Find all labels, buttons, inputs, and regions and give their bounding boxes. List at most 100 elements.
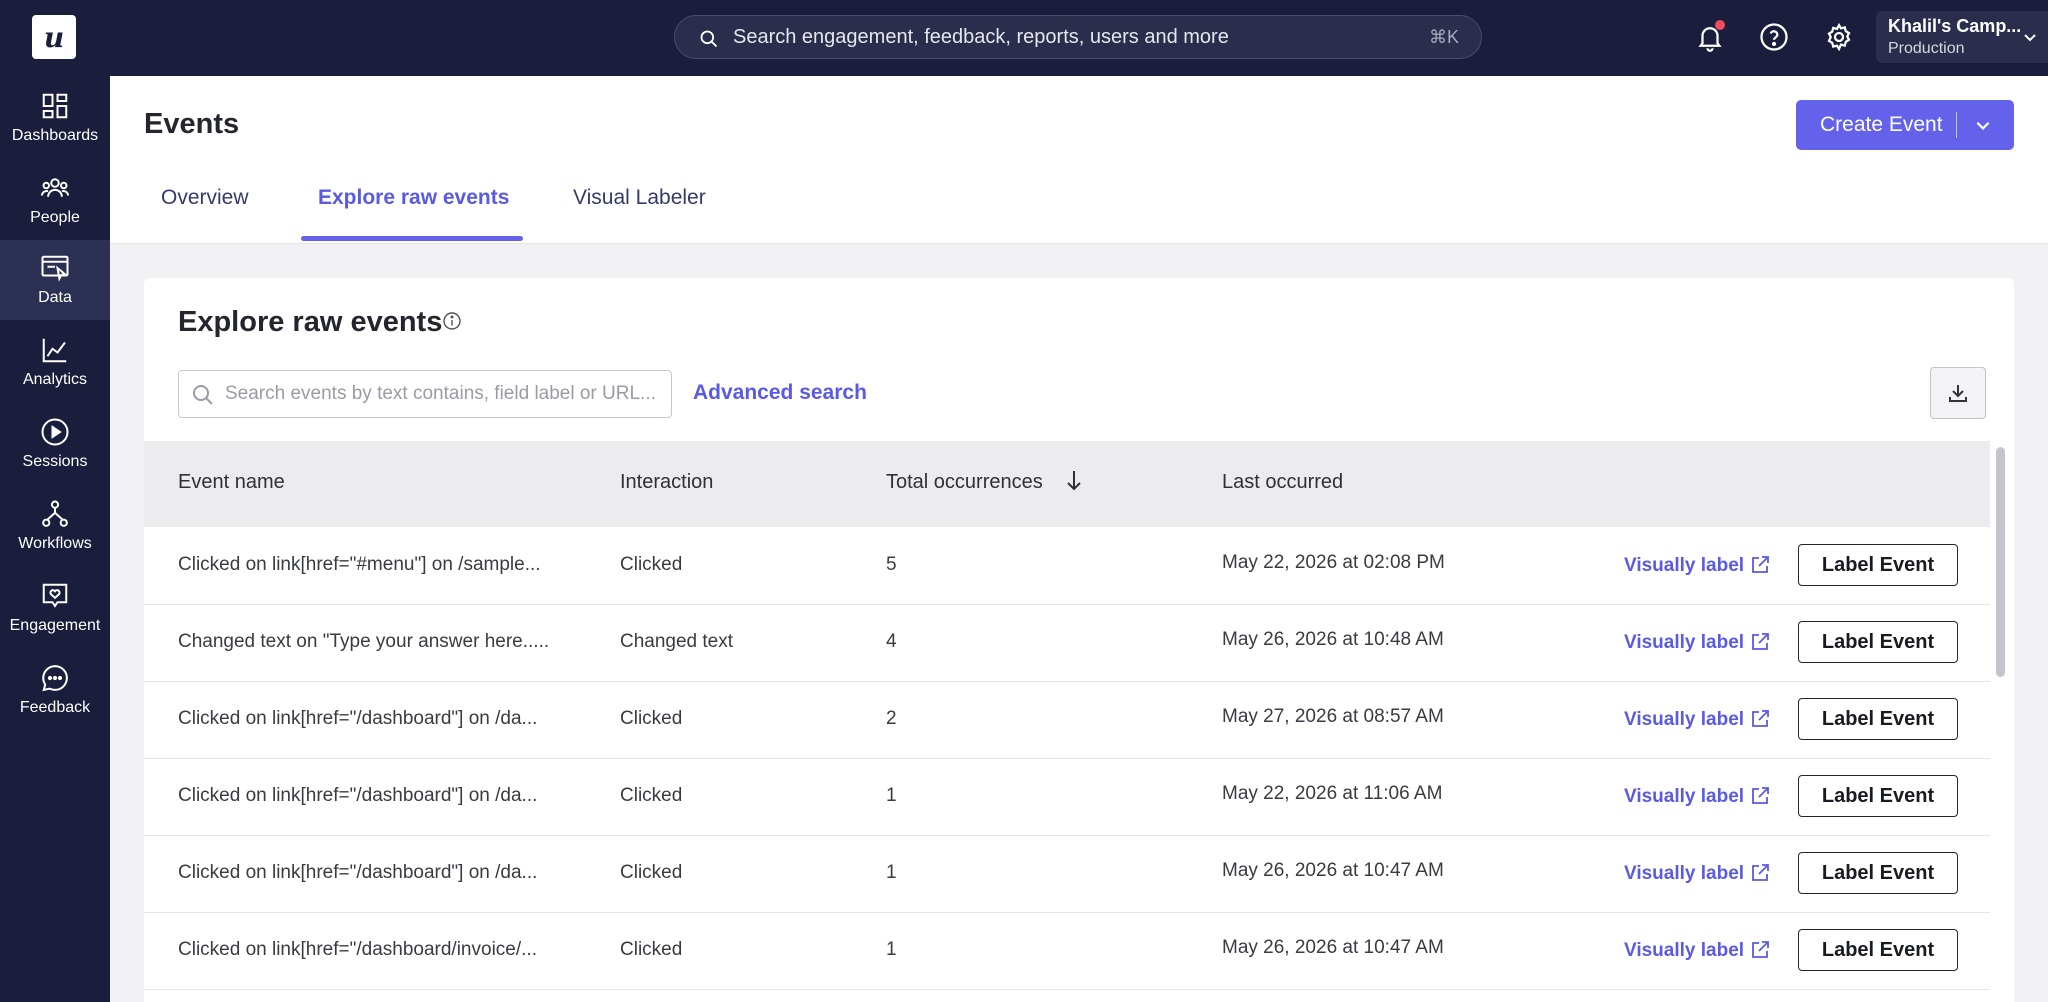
table-header: Event name Interaction Total occurrences…: [144, 441, 1990, 527]
external-link-icon[interactable]: [1750, 940, 1770, 960]
occurrences-cell: 1: [886, 785, 897, 806]
interaction-cell: Changed text: [620, 631, 734, 652]
chat-icon: [42, 665, 68, 692]
interaction-cell: Clicked: [620, 862, 683, 883]
page-header: Events Create Event Overview Explore raw…: [110, 76, 2048, 244]
download-button[interactable]: [1930, 367, 1986, 419]
interaction-cell: Clicked: [620, 939, 683, 960]
external-link-icon[interactable]: [1750, 786, 1770, 806]
event-name-cell: Clicked on link[href="/dashboard"] on /d…: [178, 708, 538, 729]
last-occurred-cell: May 27, 2026 at 08:57 AM: [1222, 706, 1444, 727]
external-link-icon[interactable]: [1750, 863, 1770, 883]
chevron-down-icon[interactable]: [1974, 116, 1992, 134]
event-search-field[interactable]: [178, 370, 672, 418]
sidebar-item-people[interactable]: People: [0, 160, 110, 240]
app-logo[interactable]: u: [32, 15, 76, 59]
sidebar-item-label: People: [30, 209, 80, 226]
sort-descending-icon[interactable]: [1064, 468, 1084, 494]
column-header-interaction[interactable]: Interaction: [620, 471, 713, 494]
sidebar-item-label: Dashboards: [11, 127, 99, 144]
workflow-icon: [42, 500, 68, 527]
last-occurred-cell: May 26, 2026 at 10:47 AM: [1222, 860, 1444, 881]
sidebar-item-label: Data: [38, 289, 72, 306]
sidebar-item-feedback[interactable]: Feedback: [0, 650, 110, 730]
table-row[interactable]: Changed text on "Type your answer here..…: [144, 605, 1990, 682]
tab-visual-labeler[interactable]: Visual Labeler: [573, 186, 706, 210]
sidebar-item-label: Analytics: [22, 371, 88, 388]
sidebar-item-label: Sessions: [22, 453, 88, 470]
label-event-button[interactable]: Label Event: [1798, 775, 1958, 817]
card-title: Explore raw events: [178, 306, 443, 338]
event-name-cell: Clicked on link[href="/dashboard/invoice…: [178, 939, 537, 960]
column-header-event-name[interactable]: Event name: [178, 471, 285, 494]
label-event-button[interactable]: Label Event: [1798, 621, 1958, 663]
dashboard-icon: [42, 93, 68, 119]
page-title: Events: [144, 108, 240, 140]
visually-label-link[interactable]: Visually label: [1624, 786, 1744, 808]
sidebar-item-label: Feedback: [19, 699, 91, 716]
sidebar-item-analytics[interactable]: Analytics: [0, 322, 110, 402]
play-icon: [41, 418, 69, 446]
last-occurred-cell: May 26, 2026 at 10:47 AM: [1222, 937, 1444, 958]
visually-label-link[interactable]: Visually label: [1624, 632, 1744, 654]
table-scrollbar[interactable]: [1994, 445, 2008, 1002]
tab-explore-raw-events[interactable]: Explore raw events: [318, 186, 509, 210]
event-search-input[interactable]: [225, 371, 665, 417]
label-event-button[interactable]: Label Event: [1798, 929, 1958, 971]
visually-label-link[interactable]: Visually label: [1624, 863, 1744, 885]
occurrences-cell: 4: [886, 631, 897, 652]
table-row[interactable]: Clicked on link[href="/dashboard"] on /d…: [144, 682, 1990, 759]
download-icon: [1949, 385, 1967, 402]
label-event-button[interactable]: Label Event: [1798, 852, 1958, 894]
advanced-search-link[interactable]: Advanced search: [693, 381, 867, 405]
tab-overview[interactable]: Overview: [161, 186, 249, 210]
analytics-icon: [42, 338, 67, 363]
visually-label-link[interactable]: Visually label: [1624, 555, 1744, 577]
notifications-button[interactable]: [1693, 20, 1727, 54]
external-link-icon[interactable]: [1750, 709, 1770, 729]
visually-label-link[interactable]: Visually label: [1624, 940, 1744, 962]
column-header-total-occurrences[interactable]: Total occurrences: [886, 471, 1043, 494]
occurrences-cell: 1: [886, 862, 897, 883]
external-link-icon[interactable]: [1750, 555, 1770, 575]
occurrences-cell: 5: [886, 554, 897, 575]
sidebar-item-dashboards[interactable]: Dashboards: [0, 78, 110, 158]
create-event-button[interactable]: Create Event: [1796, 100, 2014, 150]
sidebar-item-sessions[interactable]: Sessions: [0, 404, 110, 484]
table-row[interactable]: Clicked on link[href="/dashboard"] on /d…: [144, 759, 1990, 836]
column-header-last-occurred[interactable]: Last occurred: [1222, 471, 1343, 494]
account-switcher[interactable]: Khalil's Camp... Production: [1876, 11, 2048, 63]
help-button[interactable]: [1757, 20, 1791, 54]
explore-raw-events-card: Explore raw events Advanced search Event…: [144, 278, 2014, 1002]
table-row[interactable]: Clicked on link[href="/dashboard/invoice…: [144, 913, 1990, 990]
sidebar-item-workflows[interactable]: Workflows: [0, 486, 110, 566]
external-link-icon[interactable]: [1750, 632, 1770, 652]
gear-icon: [1827, 22, 1851, 52]
notification-dot: [1715, 20, 1725, 30]
sidebar-item-data[interactable]: Data: [0, 240, 110, 320]
sidebar-item-engagement[interactable]: Engagement: [0, 568, 110, 648]
visually-label-link[interactable]: Visually label: [1624, 709, 1744, 731]
occurrences-cell: 2: [886, 708, 897, 729]
label-event-button[interactable]: Label Event: [1798, 698, 1958, 740]
sidebar-item-label: Workflows: [18, 535, 92, 552]
info-icon[interactable]: [442, 311, 462, 331]
search-icon: [193, 385, 213, 405]
scrollbar-thumb[interactable]: [1996, 447, 2005, 677]
global-search-input[interactable]: [733, 16, 1393, 58]
settings-button[interactable]: [1822, 20, 1856, 54]
event-name-cell: Changed text on "Type your answer here..…: [178, 631, 550, 652]
table-row[interactable]: Clicked on link[href="/dashboard"] on /d…: [144, 836, 1990, 913]
interaction-cell: Clicked: [620, 554, 683, 575]
event-name-cell: Clicked on link[href="/dashboard"] on /d…: [178, 862, 538, 883]
label-event-button[interactable]: Label Event: [1798, 544, 1958, 586]
last-occurred-cell: May 26, 2026 at 10:48 AM: [1222, 629, 1444, 650]
global-search[interactable]: ⌘K: [674, 15, 1482, 59]
table-row[interactable]: Clicked on link[href="#menu"] on /sample…: [144, 528, 1990, 605]
search-shortcut: ⌘K: [1428, 27, 1459, 47]
last-occurred-cell: May 22, 2026 at 11:06 AM: [1222, 783, 1443, 804]
engagement-icon: [42, 583, 68, 608]
event-name-cell: Clicked on link[href="/dashboard"] on /d…: [178, 785, 538, 806]
interaction-cell: Clicked: [620, 708, 683, 729]
search-icon: [700, 30, 718, 48]
